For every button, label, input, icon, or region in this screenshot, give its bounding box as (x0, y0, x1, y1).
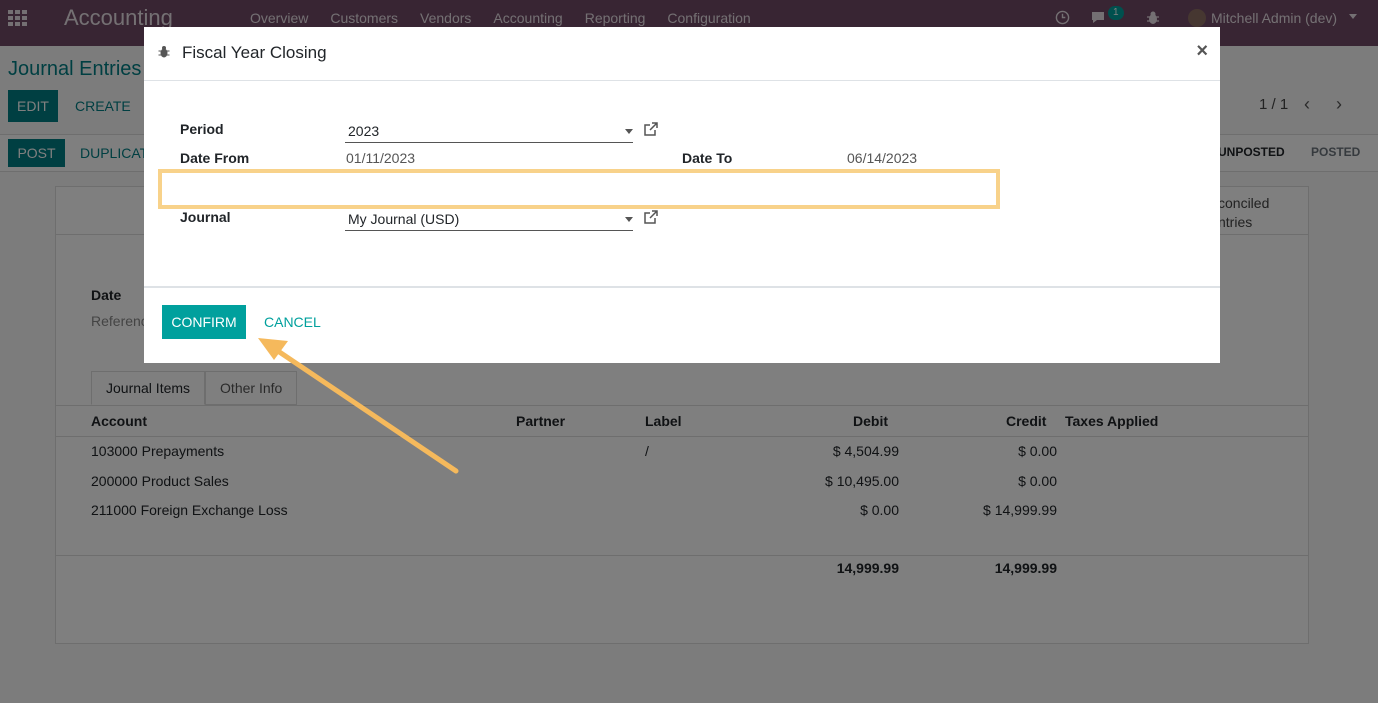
period-value: 2023 (348, 123, 380, 139)
modal-header: Fiscal Year Closing × (144, 27, 1220, 81)
date-to-label: Date To (682, 150, 733, 166)
date-range-highlight (158, 169, 1000, 209)
date-from-value[interactable]: 01/11/2023 (346, 150, 415, 166)
chevron-down-icon (625, 217, 633, 222)
modal-body: Period 2023 Date From 01/11/2023 Date To… (144, 81, 1220, 286)
external-link-icon[interactable] (644, 122, 658, 136)
cancel-button[interactable]: CANCEL (264, 314, 321, 330)
journal-label: Journal (180, 209, 231, 225)
fiscal-year-closing-dialog: Fiscal Year Closing × Period 2023 Date F… (144, 27, 1220, 363)
period-select[interactable]: 2023 (345, 119, 633, 143)
journal-select[interactable]: My Journal (USD) (345, 207, 633, 231)
date-from-label: Date From (180, 150, 250, 166)
close-icon[interactable]: × (1196, 40, 1208, 63)
modal-title: Fiscal Year Closing (182, 43, 327, 62)
chevron-down-icon (625, 129, 633, 134)
date-to-value[interactable]: 06/14/2023 (847, 150, 917, 166)
external-link-icon[interactable] (644, 210, 658, 224)
period-label: Period (180, 121, 224, 137)
debug-bug-icon (158, 46, 170, 58)
journal-value: My Journal (USD) (348, 211, 460, 227)
confirm-button[interactable]: CONFIRM (162, 305, 246, 339)
modal-footer: CONFIRM CANCEL (144, 286, 1220, 363)
